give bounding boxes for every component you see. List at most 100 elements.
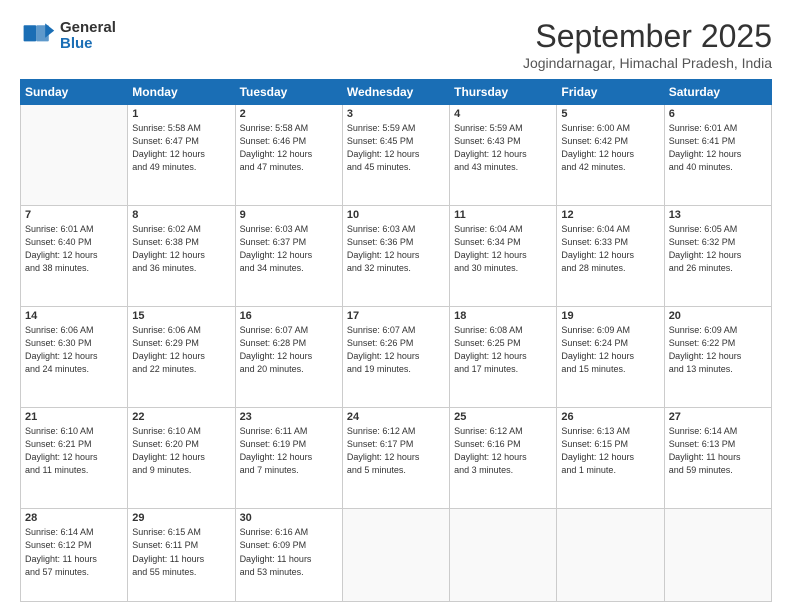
table-row: 13Sunrise: 6:05 AMSunset: 6:32 PMDayligh…: [664, 206, 771, 307]
day-number: 20: [669, 310, 767, 322]
logo-blue-text: Blue: [60, 36, 116, 53]
month-title: September 2025: [523, 18, 772, 55]
day-info: Sunrise: 6:08 AMSunset: 6:25 PMDaylight:…: [454, 324, 552, 376]
day-number: 19: [561, 310, 659, 322]
col-saturday: Saturday: [664, 80, 771, 105]
day-info: Sunrise: 6:01 AMSunset: 6:41 PMDaylight:…: [669, 122, 767, 174]
table-row: 5 Sunrise: 6:00 AMSunset: 6:42 PMDaylight…: [557, 105, 664, 206]
table-row: 19 Sunrise: 6:09 AMSunset: 6:24 PMDayligh…: [557, 307, 664, 408]
table-row: 17 Sunrise: 6:07 AMSunset: 6:26 PMDayligh…: [342, 307, 449, 408]
calendar-table: Sunday Monday Tuesday Wednesday Thursday…: [20, 79, 772, 602]
table-row: 8 Sunrise: 6:02 AMSunset: 6:38 PMDaylight…: [128, 206, 235, 307]
day-number: 7: [25, 209, 123, 221]
table-row: 9Sunrise: 6:03 AMSunset: 6:37 PMDaylight…: [235, 206, 342, 307]
table-row: 11 Sunrise: 6:04 AMSunset: 6:34 PMDayligh…: [450, 206, 557, 307]
day-number: 4: [454, 108, 552, 120]
day-number: 3: [347, 108, 445, 120]
table-row: [664, 509, 771, 602]
day-number: 14: [25, 310, 123, 322]
table-row: 20 Sunrise: 6:09 AMSunset: 6:22 PMDayligh…: [664, 307, 771, 408]
day-number: 2: [240, 108, 338, 120]
table-row: 30 Sunrise: 6:16 AMSunset: 6:09 PMDayligh…: [235, 509, 342, 602]
col-tuesday: Tuesday: [235, 80, 342, 105]
calendar-week-row: 7 Sunrise: 6:01 AMSunset: 6:40 PMDaylight…: [21, 206, 772, 307]
day-info: Sunrise: 6:11 AMSunset: 6:19 PMDaylight:…: [240, 425, 338, 477]
day-number: 1: [132, 108, 230, 120]
day-info: Sunrise: 5:58 AMSunset: 6:46 PMDaylight:…: [240, 122, 338, 174]
day-info: Sunrise: 6:13 AMSunset: 6:15 PMDaylight:…: [561, 425, 659, 477]
table-row: 4 Sunrise: 5:59 AMSunset: 6:43 PMDaylight…: [450, 105, 557, 206]
day-info: Sunrise: 6:02 AMSunset: 6:38 PMDaylight:…: [132, 223, 230, 275]
day-number: 6: [669, 108, 767, 120]
day-number: 29: [132, 512, 230, 524]
day-number: 11: [454, 209, 552, 221]
day-info: Sunrise: 6:07 AMSunset: 6:28 PMDaylight:…: [240, 324, 338, 376]
day-number: 27: [669, 411, 767, 423]
day-info: Sunrise: 5:59 AMSunset: 6:45 PMDaylight:…: [347, 122, 445, 174]
day-number: 17: [347, 310, 445, 322]
day-number: 22: [132, 411, 230, 423]
table-row: 28 Sunrise: 6:14 AMSunset: 6:12 PMDayligh…: [21, 509, 128, 602]
table-row: 10 Sunrise: 6:03 AMSunset: 6:36 PMDayligh…: [342, 206, 449, 307]
header: General Blue September 2025 Jogindarnaga…: [20, 18, 772, 71]
table-row: [342, 509, 449, 602]
day-number: 13: [669, 209, 767, 221]
day-number: 10: [347, 209, 445, 221]
calendar-header-row: Sunday Monday Tuesday Wednesday Thursday…: [21, 80, 772, 105]
day-info: Sunrise: 6:15 AMSunset: 6:11 PMDaylight:…: [132, 526, 230, 578]
table-row: 1 Sunrise: 5:58 AMSunset: 6:47 PMDaylight…: [128, 105, 235, 206]
day-number: 25: [454, 411, 552, 423]
day-info: Sunrise: 6:04 AMSunset: 6:33 PMDaylight:…: [561, 223, 659, 275]
day-number: 18: [454, 310, 552, 322]
day-info: Sunrise: 6:16 AMSunset: 6:09 PMDaylight:…: [240, 526, 338, 578]
table-row: [450, 509, 557, 602]
day-info: Sunrise: 6:07 AMSunset: 6:26 PMDaylight:…: [347, 324, 445, 376]
day-info: Sunrise: 6:03 AMSunset: 6:37 PMDaylight:…: [240, 223, 338, 275]
day-info: Sunrise: 5:58 AMSunset: 6:47 PMDaylight:…: [132, 122, 230, 174]
day-info: Sunrise: 6:14 AMSunset: 6:13 PMDaylight:…: [669, 425, 767, 477]
table-row: 21 Sunrise: 6:10 AMSunset: 6:21 PMDayligh…: [21, 408, 128, 509]
day-number: 28: [25, 512, 123, 524]
logo-text: General Blue: [60, 20, 116, 53]
day-info: Sunrise: 6:03 AMSunset: 6:36 PMDaylight:…: [347, 223, 445, 275]
logo-icon: [20, 18, 56, 54]
title-block: September 2025 Jogindarnagar, Himachal P…: [523, 18, 772, 71]
day-info: Sunrise: 6:10 AMSunset: 6:21 PMDaylight:…: [25, 425, 123, 477]
day-info: Sunrise: 6:00 AMSunset: 6:42 PMDaylight:…: [561, 122, 659, 174]
day-info: Sunrise: 6:14 AMSunset: 6:12 PMDaylight:…: [25, 526, 123, 578]
calendar-week-row: 28 Sunrise: 6:14 AMSunset: 6:12 PMDayligh…: [21, 509, 772, 602]
day-info: Sunrise: 6:06 AMSunset: 6:29 PMDaylight:…: [132, 324, 230, 376]
table-row: 15 Sunrise: 6:06 AMSunset: 6:29 PMDayligh…: [128, 307, 235, 408]
day-info: Sunrise: 6:12 AMSunset: 6:16 PMDaylight:…: [454, 425, 552, 477]
table-row: 6 Sunrise: 6:01 AMSunset: 6:41 PMDaylight…: [664, 105, 771, 206]
table-row: 7 Sunrise: 6:01 AMSunset: 6:40 PMDaylight…: [21, 206, 128, 307]
day-number: 21: [25, 411, 123, 423]
table-row: 24Sunrise: 6:12 AMSunset: 6:17 PMDayligh…: [342, 408, 449, 509]
day-info: Sunrise: 6:10 AMSunset: 6:20 PMDaylight:…: [132, 425, 230, 477]
col-monday: Monday: [128, 80, 235, 105]
day-number: 16: [240, 310, 338, 322]
table-row: 25 Sunrise: 6:12 AMSunset: 6:16 PMDayligh…: [450, 408, 557, 509]
table-row: 2 Sunrise: 5:58 AMSunset: 6:46 PMDaylight…: [235, 105, 342, 206]
day-number: 26: [561, 411, 659, 423]
day-number: 30: [240, 512, 338, 524]
day-info: Sunrise: 6:09 AMSunset: 6:24 PMDaylight:…: [561, 324, 659, 376]
day-number: 8: [132, 209, 230, 221]
day-number: 5: [561, 108, 659, 120]
day-number: 24: [347, 411, 445, 423]
day-info: Sunrise: 6:09 AMSunset: 6:22 PMDaylight:…: [669, 324, 767, 376]
table-row: [21, 105, 128, 206]
logo: General Blue: [20, 18, 116, 54]
logo-general-text: General: [60, 20, 116, 37]
location-subtitle: Jogindarnagar, Himachal Pradesh, India: [523, 55, 772, 71]
day-number: 15: [132, 310, 230, 322]
table-row: 18 Sunrise: 6:08 AMSunset: 6:25 PMDayligh…: [450, 307, 557, 408]
day-info: Sunrise: 6:04 AMSunset: 6:34 PMDaylight:…: [454, 223, 552, 275]
day-info: Sunrise: 6:01 AMSunset: 6:40 PMDaylight:…: [25, 223, 123, 275]
calendar-week-row: 1 Sunrise: 5:58 AMSunset: 6:47 PMDaylight…: [21, 105, 772, 206]
table-row: 26 Sunrise: 6:13 AMSunset: 6:15 PMDayligh…: [557, 408, 664, 509]
calendar-week-row: 14Sunrise: 6:06 AMSunset: 6:30 PMDayligh…: [21, 307, 772, 408]
col-wednesday: Wednesday: [342, 80, 449, 105]
day-info: Sunrise: 5:59 AMSunset: 6:43 PMDaylight:…: [454, 122, 552, 174]
table-row: 14Sunrise: 6:06 AMSunset: 6:30 PMDayligh…: [21, 307, 128, 408]
